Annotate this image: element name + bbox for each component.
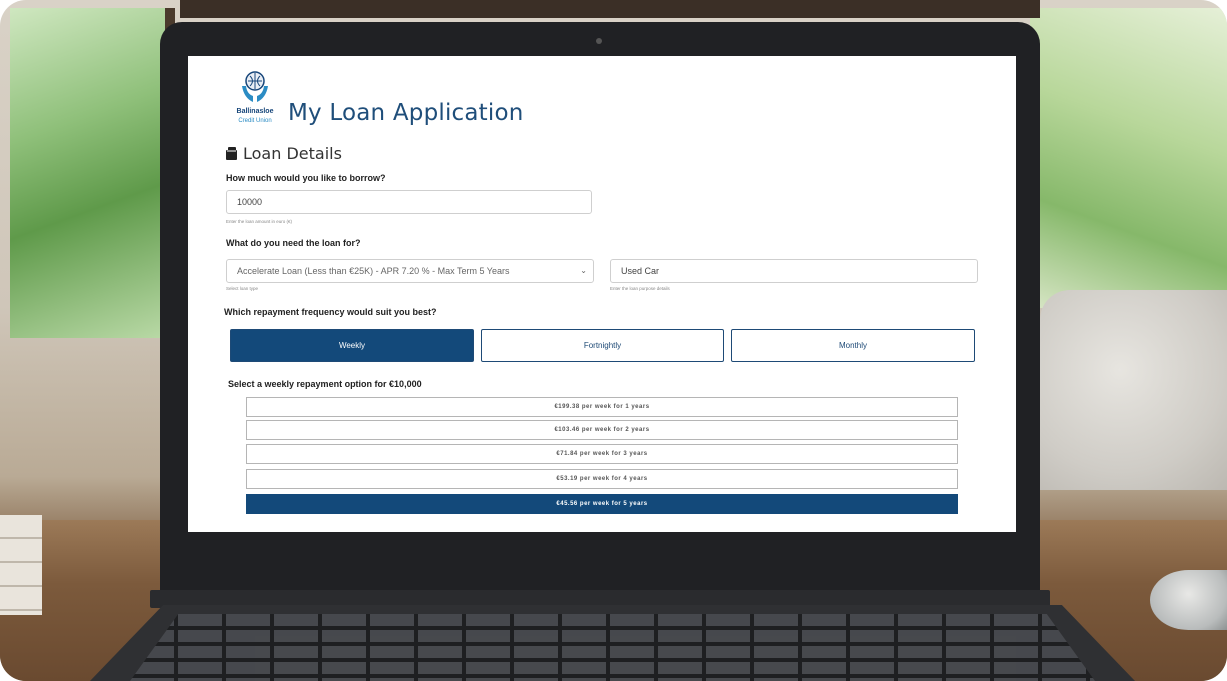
loan-purpose-hint: Enter the loan purpose details bbox=[610, 286, 670, 291]
chevron-down-icon: ⌄ bbox=[580, 266, 587, 275]
loan-type-value: Accelerate Loan (Less than €25K) - APR 7… bbox=[237, 266, 510, 276]
loan-type-hint: Select loan type bbox=[226, 286, 259, 291]
mug bbox=[1150, 570, 1227, 630]
loan-type-select[interactable]: Accelerate Loan (Less than €25K) - APR 7… bbox=[226, 259, 594, 283]
frequency-monthly-button[interactable]: Monthly bbox=[731, 329, 975, 362]
repayment-option-3-years[interactable]: €71.84 per week for 3 years bbox=[246, 444, 958, 464]
screen: Ballinasloe Credit Union My Loan Applica… bbox=[188, 56, 1016, 532]
webcam-icon bbox=[596, 38, 602, 44]
keyboard-keys bbox=[130, 614, 1095, 681]
repayment-option-5-years[interactable]: €45.56 per week for 5 years bbox=[246, 494, 958, 514]
ceiling-beam bbox=[180, 0, 1040, 18]
repayment-option-4-years[interactable]: €53.19 per week for 4 years bbox=[246, 469, 958, 489]
window-left bbox=[10, 8, 175, 338]
brand-name: Ballinasloe bbox=[236, 108, 274, 115]
borrow-amount-input[interactable]: 10000 bbox=[226, 190, 592, 214]
books bbox=[0, 515, 42, 615]
credit-union-logo: Ballinasloe Credit Union bbox=[226, 70, 284, 134]
wallet-icon bbox=[226, 147, 237, 160]
repayment-frequency-label: Which repayment frequency would suit you… bbox=[224, 307, 437, 317]
frequency-weekly-button[interactable]: Weekly bbox=[230, 329, 474, 362]
repayment-option-2-years[interactable]: €103.46 per week for 2 years bbox=[246, 420, 958, 440]
loan-purpose-label: What do you need the loan for? bbox=[226, 238, 361, 248]
loan-purpose-input[interactable]: Used Car bbox=[610, 259, 978, 283]
section-title: Loan Details bbox=[243, 144, 342, 163]
repayment-option-1-year[interactable]: €199.38 per week for 1 years bbox=[246, 397, 958, 417]
sofa bbox=[1040, 290, 1227, 490]
borrow-amount-hint: Enter the loan amount in euro (€) bbox=[226, 219, 293, 224]
frequency-fortnightly-button[interactable]: Fortnightly bbox=[481, 329, 724, 362]
window-right bbox=[1030, 8, 1227, 308]
brand-subtitle: Credit Union bbox=[238, 118, 272, 124]
section-header: Loan Details bbox=[226, 144, 342, 163]
page-title: My Loan Application bbox=[288, 100, 524, 126]
borrow-amount-label: How much would you like to borrow? bbox=[226, 173, 386, 183]
repayment-option-label: Select a weekly repayment option for €10… bbox=[228, 379, 422, 389]
logo-hands-globe-icon bbox=[242, 71, 268, 102]
